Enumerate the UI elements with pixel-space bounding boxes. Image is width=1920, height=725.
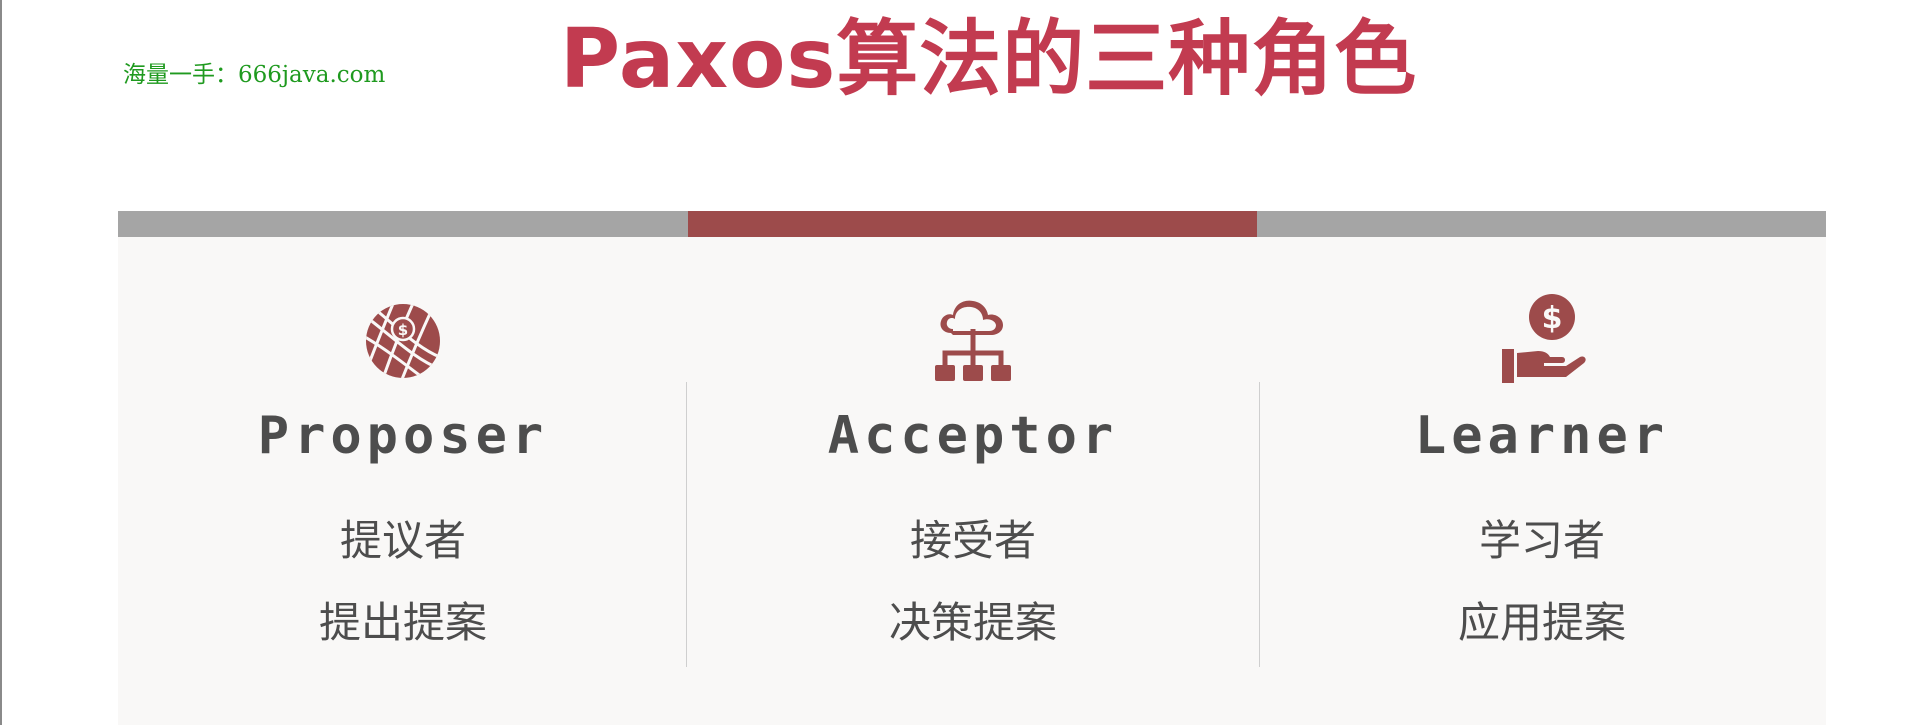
cloud-network-icon [925,289,1021,389]
role-chinese-name: 提议者 [339,516,466,565]
role-column-learner: $ Learner 学习者 应用提案 [1257,211,1827,725]
watermark-text: 海量一手：666java.com [123,62,386,88]
role-column-proposer: $ Proposer 提议者 提出提案 [118,211,688,725]
role-column-acceptor: Acceptor 接受者 决策提案 [688,211,1258,725]
roles-panel: $ Proposer 提议者 提出提案 Acceptor 接受者 决策提案 $ … [118,211,1826,725]
slide-title: Paxos算法的三种角色 [560,12,1418,107]
role-name: Acceptor [827,406,1119,466]
role-description: 提出提案 [318,598,487,647]
role-description: 应用提案 [1457,598,1626,647]
role-description: 决策提案 [888,598,1057,647]
left-edge-line [0,0,2,725]
role-chinese-name: 接受者 [909,516,1036,565]
role-name: Learner [1414,406,1670,466]
hand-dollar-icon: $ [1494,289,1590,389]
globe-dollar-icon: $ [355,289,451,389]
role-name: Proposer [257,406,549,466]
role-chinese-name: 学习者 [1478,516,1605,565]
svg-text:$: $ [398,321,408,339]
svg-text:$: $ [1542,301,1563,336]
